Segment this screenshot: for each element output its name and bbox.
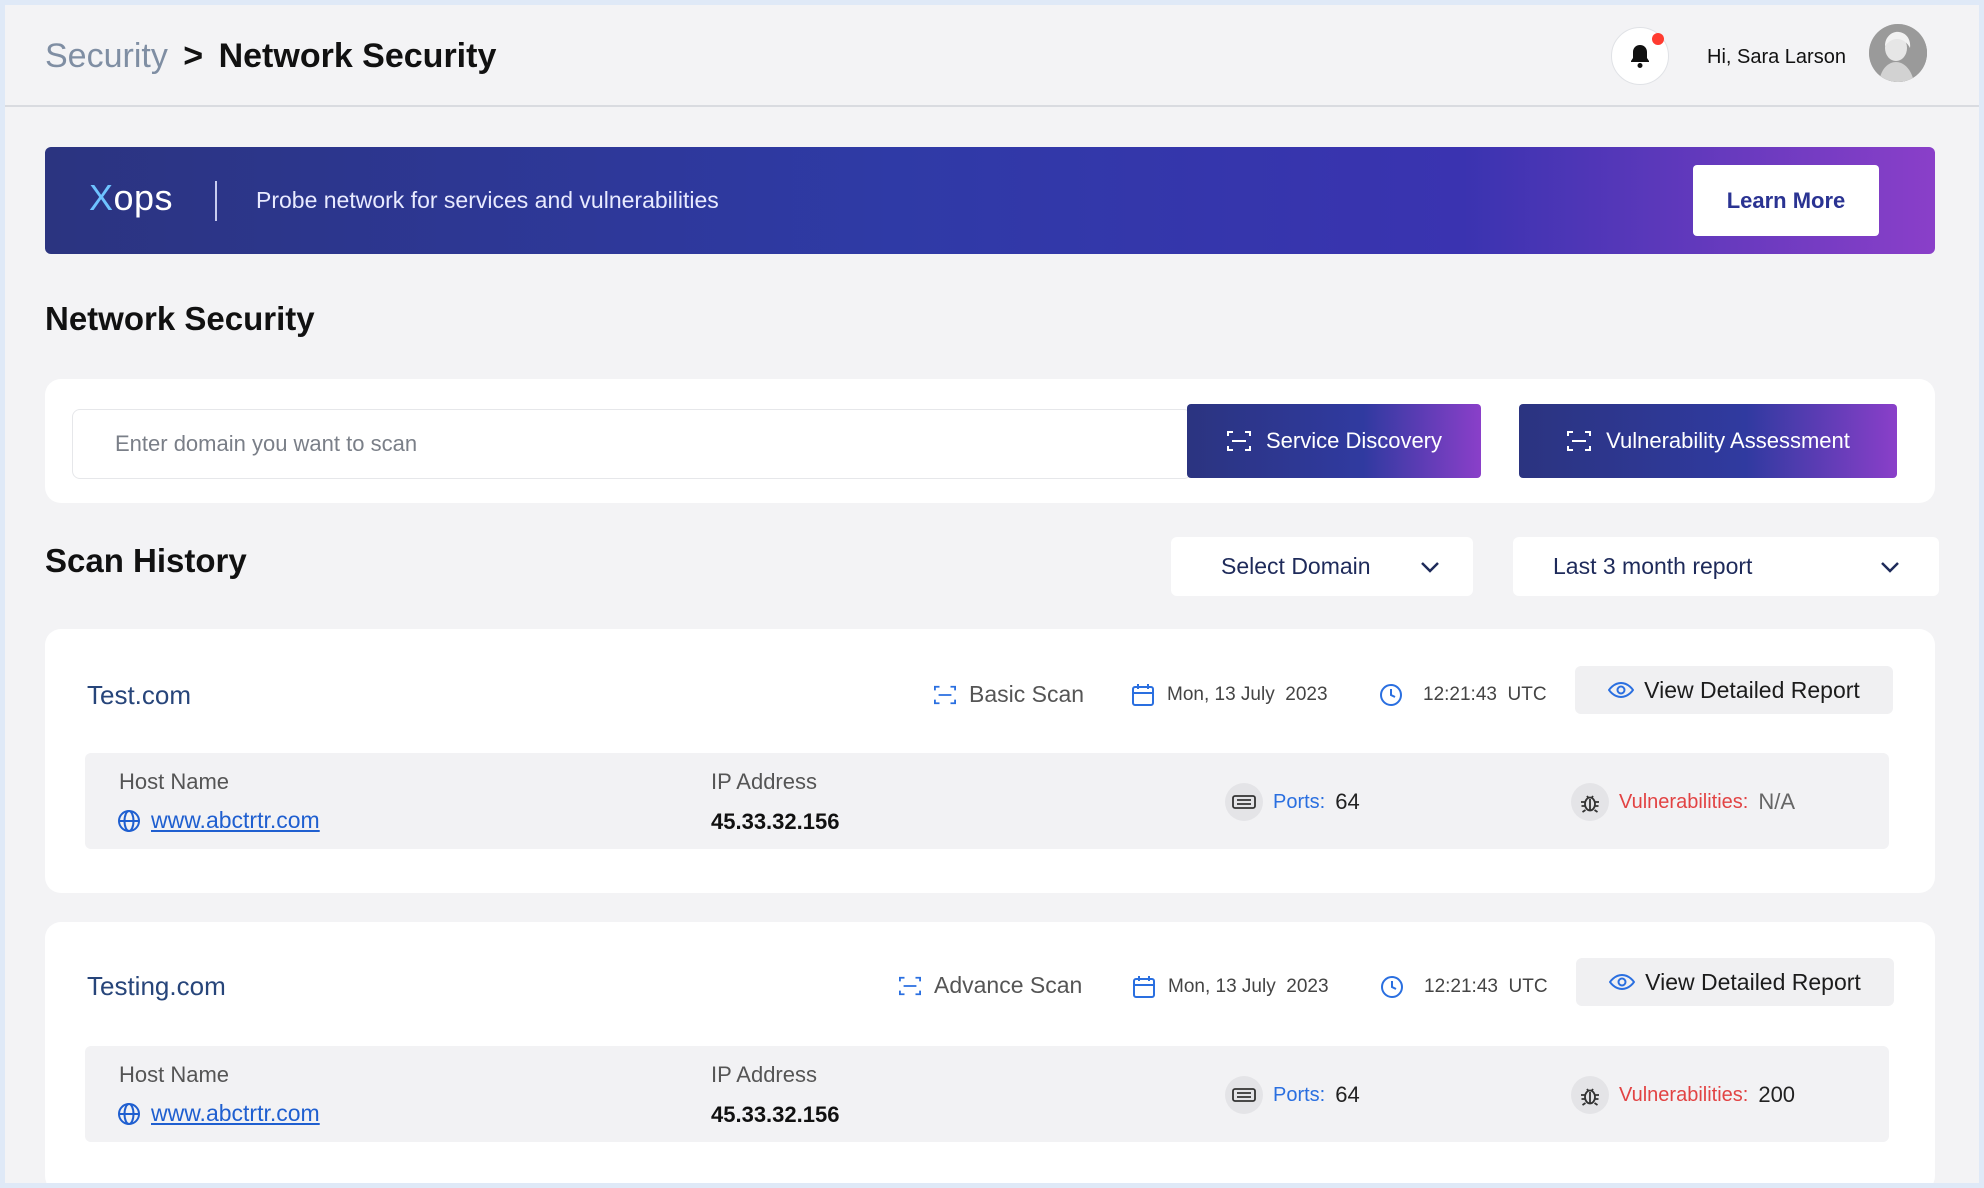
- bug-icon: [1571, 783, 1609, 821]
- user-greeting: Hi, Sara Larson: [1707, 46, 1846, 68]
- ports-value: 64: [1335, 1082, 1360, 1107]
- scan-date: Mon, 13 July 2023: [1131, 683, 1328, 707]
- ethernet-port-icon: [1225, 1076, 1263, 1114]
- report-period-label: Last 3 month report: [1553, 553, 1753, 579]
- scan-type: Basic Scan: [933, 681, 1084, 708]
- eye-icon: [1608, 681, 1635, 699]
- scan-history-card: Testing.com Advance Scan Mon, 13 July 20…: [45, 922, 1935, 1183]
- banner-tagline: Probe network for services and vulnerabi…: [256, 187, 719, 213]
- breadcrumb-security-link[interactable]: Security: [45, 37, 168, 75]
- scan-detail-row: Host Name www.abctrtr.com IP Address 45.…: [85, 1046, 1889, 1142]
- service-discovery-label: Service Discovery: [1265, 428, 1443, 453]
- ports-value: 64: [1335, 789, 1360, 814]
- top-bar: Security > Network Security Hi, Sara Lar…: [5, 5, 1979, 107]
- scan-icon: [899, 976, 921, 995]
- scan-site-name[interactable]: Testing.com: [87, 971, 226, 1002]
- scan-icon: [1226, 431, 1251, 451]
- select-domain-dropdown[interactable]: Select Domain: [1171, 537, 1473, 596]
- domain-input[interactable]: [72, 409, 1192, 479]
- ports-stat: Ports: 64: [1225, 1076, 1360, 1114]
- scan-date: Mon, 13 July 2023: [1132, 975, 1329, 999]
- vulnerabilities-value: 200: [1758, 1082, 1796, 1107]
- scan-icon: [934, 685, 956, 704]
- eye-icon: [1609, 973, 1636, 991]
- breadcrumb-separator: >: [183, 37, 204, 75]
- page-title: Network Security: [45, 300, 315, 337]
- breadcrumb: Security > Network Security: [45, 37, 496, 76]
- calendar-icon: [1133, 976, 1155, 998]
- chevron-down-icon: [1881, 561, 1899, 573]
- ip-address-label: IP Address: [711, 769, 817, 794]
- scan-icon: [1567, 431, 1592, 451]
- chevron-down-icon: [1421, 561, 1439, 573]
- breadcrumb-current: Network Security: [218, 37, 497, 75]
- service-discovery-button[interactable]: Service Discovery: [1187, 404, 1481, 478]
- promo-banner: Xops Probe network for services and vuln…: [45, 147, 1935, 254]
- scan-history-title: Scan History: [45, 542, 247, 579]
- ip-address-value: 45.33.32.156: [711, 1102, 840, 1127]
- scan-type: Advance Scan: [898, 972, 1082, 999]
- scan-card: Service Discovery Vulnerability Assessme…: [45, 379, 1935, 503]
- host-link[interactable]: www.abctrtr.com: [117, 807, 320, 834]
- report-period-dropdown[interactable]: Last 3 month report: [1513, 537, 1939, 596]
- vulnerability-assessment-label: Vulnerability Assessment: [1606, 428, 1850, 453]
- clock-icon: [1380, 684, 1402, 706]
- host-link[interactable]: www.abctrtr.com: [117, 1100, 320, 1127]
- ethernet-port-icon: [1225, 783, 1263, 821]
- vulnerabilities-stat: Vulnerabilities: N/A: [1571, 783, 1795, 821]
- learn-more-button[interactable]: Learn More: [1693, 165, 1879, 236]
- app-frame: Security > Network Security Hi, Sara Lar…: [5, 5, 1979, 1183]
- vulnerabilities-stat: Vulnerabilities: 200: [1571, 1076, 1795, 1114]
- view-detailed-report-button[interactable]: View Detailed Report: [1576, 958, 1894, 1006]
- ip-address-label: IP Address: [711, 1062, 817, 1087]
- scan-detail-row: Host Name www.abctrtr.com IP Address 45.…: [85, 753, 1889, 849]
- xops-logo: Xops: [89, 177, 174, 218]
- ports-stat: Ports: 64: [1225, 783, 1360, 821]
- clock-icon: [1381, 976, 1403, 998]
- globe-icon: [118, 809, 140, 832]
- calendar-icon: [1132, 684, 1154, 706]
- notifications-button[interactable]: [1611, 27, 1669, 85]
- vulnerability-assessment-button[interactable]: Vulnerability Assessment: [1519, 404, 1897, 478]
- ip-address-value: 45.33.32.156: [711, 809, 840, 834]
- scan-history-card: Test.com Basic Scan Mon, 13 July 2023 12…: [45, 629, 1935, 893]
- bug-icon: [1571, 1076, 1609, 1114]
- select-domain-label: Select Domain: [1221, 553, 1371, 579]
- avatar-image: [1869, 24, 1927, 82]
- scan-site-name[interactable]: Test.com: [87, 680, 191, 711]
- host-name-label: Host Name: [119, 769, 230, 794]
- avatar[interactable]: [1869, 24, 1927, 82]
- globe-icon: [118, 1102, 140, 1125]
- vulnerabilities-value: N/A: [1758, 789, 1796, 814]
- host-name-label: Host Name: [119, 1062, 230, 1087]
- scan-time: 12:21:43 UTC: [1380, 975, 1548, 999]
- notification-dot: [1652, 33, 1664, 45]
- view-detailed-report-button[interactable]: View Detailed Report: [1575, 666, 1893, 714]
- scan-time: 12:21:43 UTC: [1379, 683, 1547, 707]
- banner-divider: [215, 181, 217, 221]
- bell-icon: [1631, 45, 1649, 68]
